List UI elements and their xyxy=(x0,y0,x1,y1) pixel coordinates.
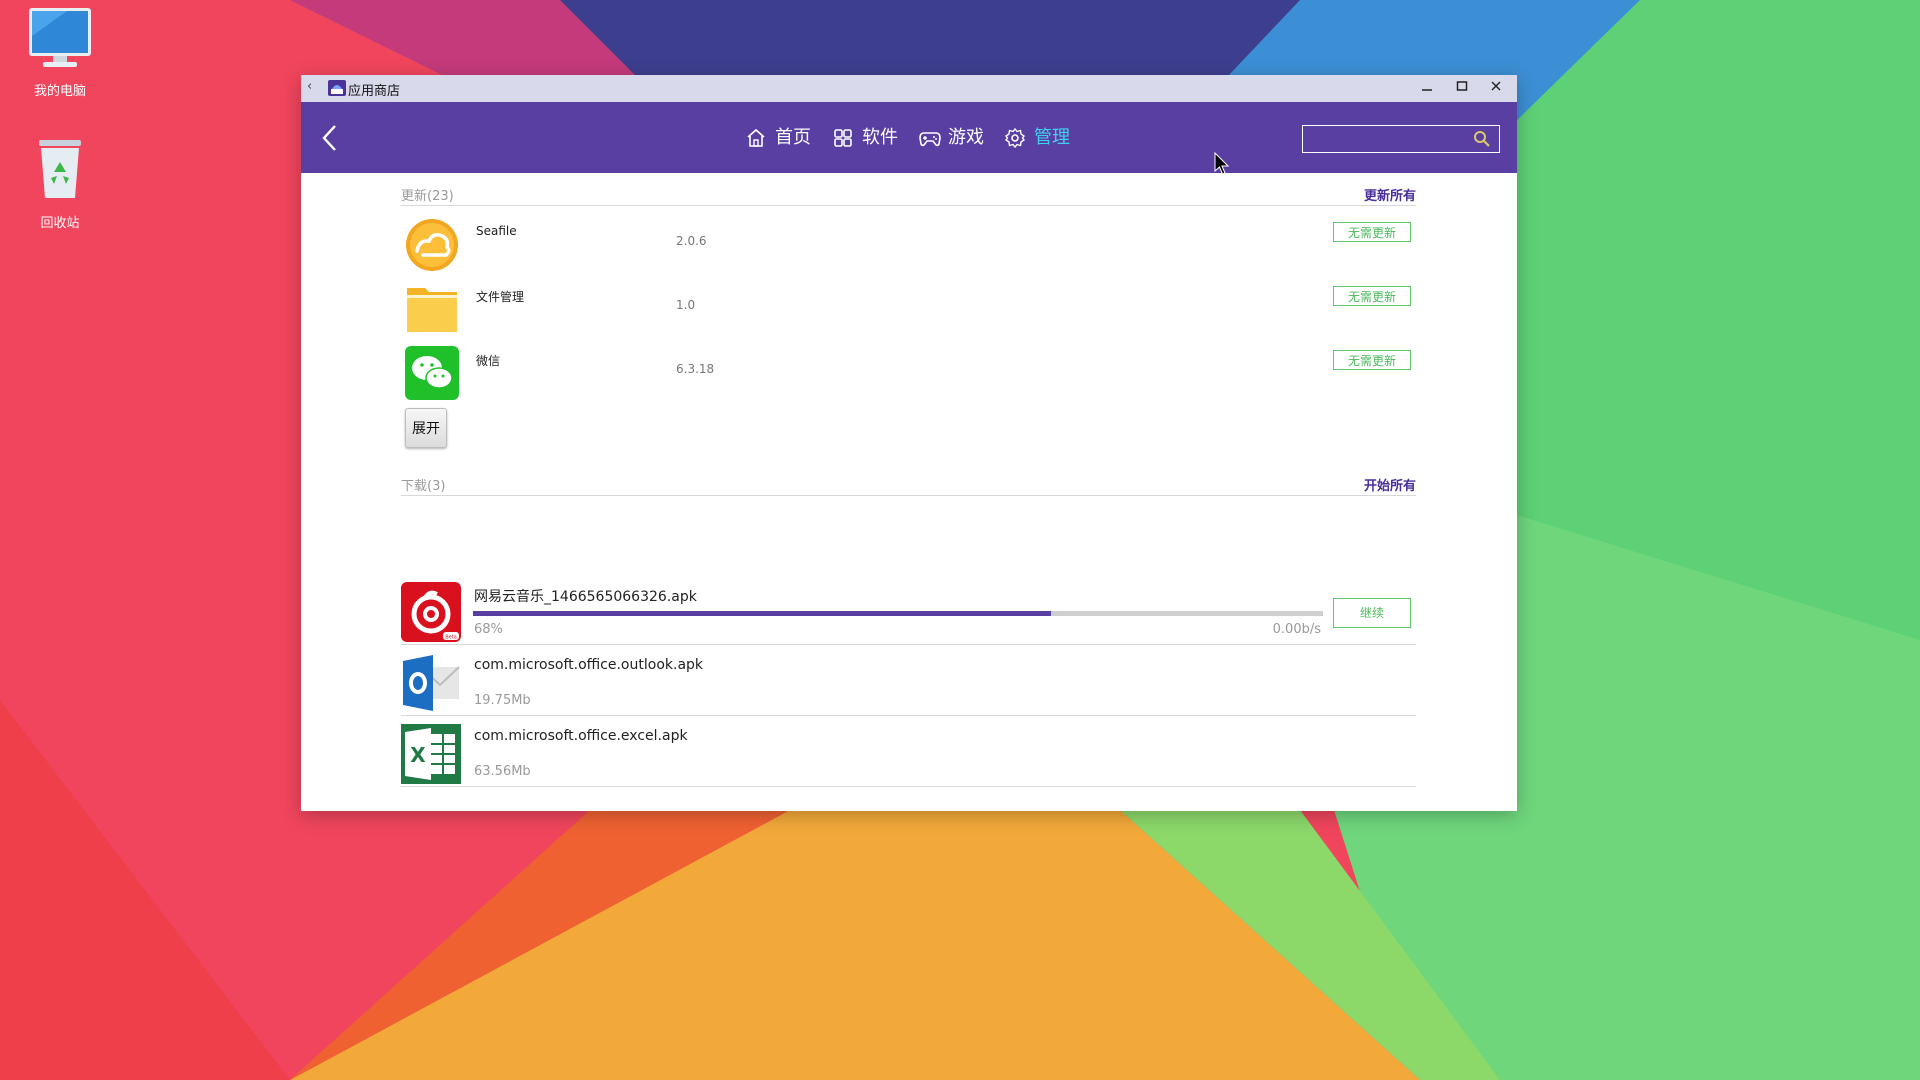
nav-item-manage[interactable]: 管理 xyxy=(1004,124,1074,152)
update-list-item: 微信 6.3.18 无需更新 xyxy=(401,344,1416,404)
update-list-item: Seafile 2.0.6 无需更新 xyxy=(401,216,1416,276)
download-speed: 0.00b/s xyxy=(1272,622,1321,637)
nav-item-home[interactable]: 首页 xyxy=(745,124,815,152)
search-input[interactable] xyxy=(1302,125,1500,153)
download-percent: 68% xyxy=(474,622,503,637)
updates-count: 更新(23) xyxy=(401,189,454,204)
app-store-icon xyxy=(328,80,346,96)
app-name: Seafile xyxy=(476,224,517,238)
download-size: 63.56Mb xyxy=(474,764,531,779)
mouse-cursor-icon xyxy=(1214,152,1230,175)
nav-item-label: 管理 xyxy=(1034,127,1070,148)
download-size: 19.75Mb xyxy=(474,693,531,708)
app-name: 微信 xyxy=(476,354,501,368)
titlebar-back-icon[interactable]: ‹ xyxy=(307,79,321,97)
update-list-item: 文件管理 1.0 无需更新 xyxy=(401,280,1416,340)
no-update-button[interactable]: 无需更新 xyxy=(1333,286,1411,306)
maximize-icon[interactable] xyxy=(1450,78,1474,98)
window-titlebar[interactable]: ‹ 应用商店 xyxy=(301,75,1517,102)
search-icon[interactable] xyxy=(1473,130,1491,148)
minimize-icon[interactable] xyxy=(1415,78,1439,98)
wechat-icon xyxy=(405,346,459,400)
no-update-button[interactable]: 无需更新 xyxy=(1333,350,1411,370)
downloads-count: 下载(3) xyxy=(401,479,446,494)
window-title: 应用商店 xyxy=(348,84,401,99)
desktop-icon-recycle-bin[interactable]: 回收站 xyxy=(10,136,110,231)
close-icon[interactable] xyxy=(1484,78,1508,98)
app-version: 6.3.18 xyxy=(676,362,715,376)
download-list-item: com.microsoft.office.outlook.apk 19.75Mb xyxy=(401,645,1416,716)
gamepad-icon xyxy=(919,132,941,147)
download-file-name: com.microsoft.office.outlook.apk xyxy=(474,657,704,673)
netease-music-icon: Beta xyxy=(401,582,461,642)
app-version: 1.0 xyxy=(676,298,696,312)
download-progress-fill xyxy=(473,611,1051,616)
desktop-icon-my-computer[interactable]: 我的电脑 xyxy=(10,6,110,99)
download-list-item: Beta 网易云音乐_1466565066326.apk 68% 0.00b/s… xyxy=(401,574,1416,645)
recycle-bin-icon xyxy=(39,140,81,198)
desktop-icon-label: 我的电脑 xyxy=(33,84,86,99)
nav-item-label: 游戏 xyxy=(948,127,984,148)
home-icon xyxy=(747,128,765,147)
no-update-button[interactable]: 无需更新 xyxy=(1333,222,1411,242)
svg-text:Beta: Beta xyxy=(445,635,457,641)
folder-icon xyxy=(407,288,457,332)
nav-item-games[interactable]: 游戏 xyxy=(918,124,988,152)
download-list-item: X com.microsoft.office.excel.apk 63.56Mb xyxy=(401,716,1416,787)
download-progress-bar xyxy=(473,611,1323,616)
nav-item-label: 软件 xyxy=(862,127,898,148)
downloads-section-header: 下载(3) 开始所有 xyxy=(401,473,1416,496)
svg-text:X: X xyxy=(410,743,426,767)
top-navigation-bar: 首页 软件 游戏 管理 xyxy=(301,102,1517,173)
desktop-icon-label: 回收站 xyxy=(40,216,80,231)
start-all-link[interactable]: 开始所有 xyxy=(1364,475,1416,494)
gear-icon xyxy=(1004,127,1026,149)
seafile-icon xyxy=(406,219,458,271)
computer-icon xyxy=(29,8,91,67)
download-file-name: com.microsoft.office.excel.apk xyxy=(474,728,688,744)
updates-section-header: 更新(23) 更新所有 xyxy=(401,183,1416,206)
expand-button[interactable]: 展开 xyxy=(405,408,447,448)
nav-item-label: 首页 xyxy=(775,127,811,148)
app-version: 2.0.6 xyxy=(676,234,707,248)
back-arrow-icon[interactable] xyxy=(319,122,341,154)
download-file-name: 网易云音乐_1466565066326.apk xyxy=(474,589,697,605)
excel-icon: X xyxy=(401,724,461,784)
grid-icon xyxy=(834,129,852,147)
update-all-link[interactable]: 更新所有 xyxy=(1364,185,1416,204)
app-store-window: ‹ 应用商店 首页 软件 游戏 管理 更新(23) 更新所有 Seafile 2… xyxy=(301,75,1517,811)
continue-button[interactable]: 继续 xyxy=(1333,598,1411,628)
app-name: 文件管理 xyxy=(476,290,525,304)
outlook-icon xyxy=(403,655,460,711)
nav-item-software[interactable]: 软件 xyxy=(832,124,902,152)
